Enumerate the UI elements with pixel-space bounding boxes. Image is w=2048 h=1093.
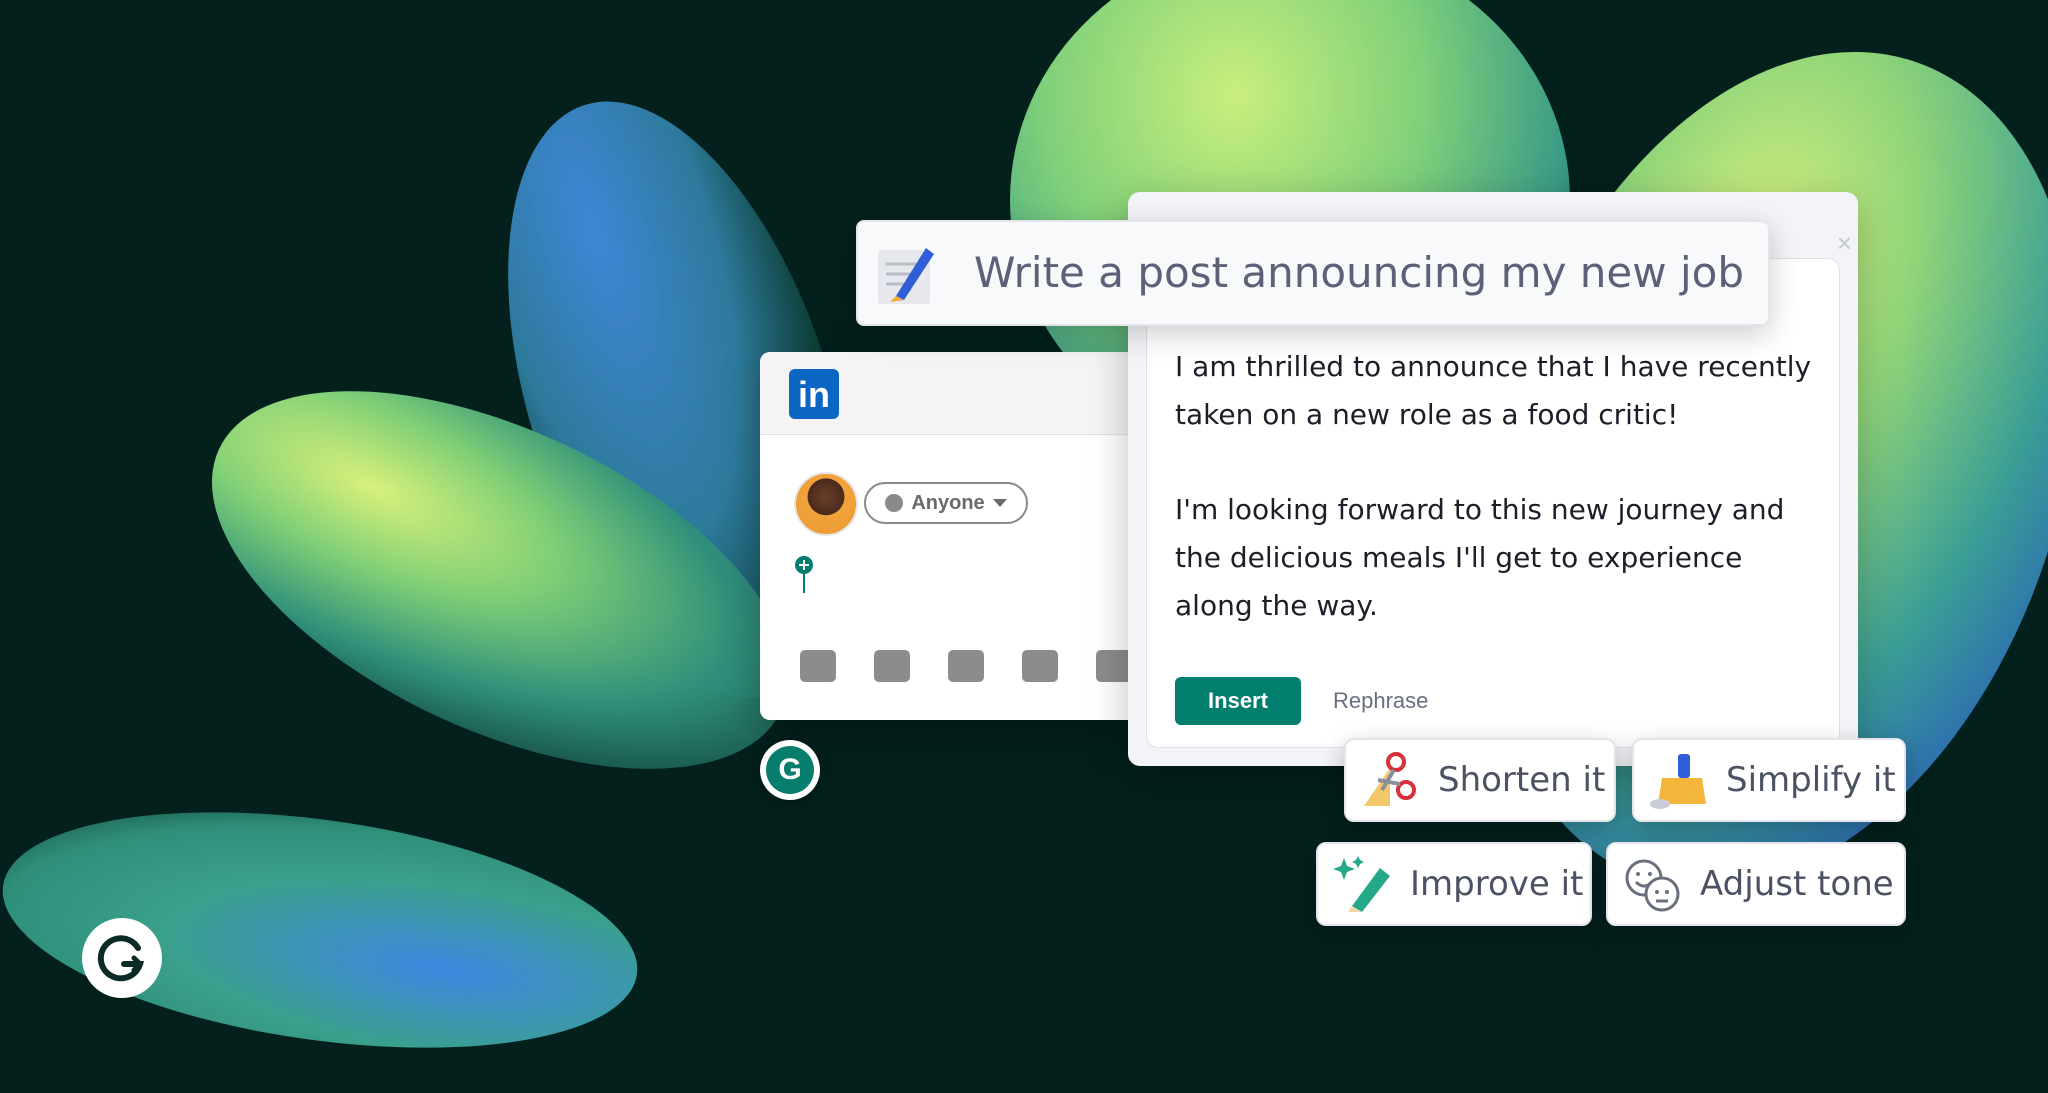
globe-icon	[885, 494, 904, 512]
chevron-down-icon	[992, 499, 1007, 507]
briefcase-icon[interactable]	[1022, 650, 1058, 682]
visibility-label: Anyone	[911, 491, 985, 514]
linkedin-logo-icon: in	[789, 369, 839, 419]
improve-it-button[interactable]: Improve it	[1316, 842, 1592, 926]
improve-it-label: Improve it	[1410, 864, 1584, 904]
generated-text: I am thrilled to announce that I have re…	[1175, 343, 1825, 677]
rephrase-button[interactable]: Rephrase	[1333, 677, 1428, 725]
video-icon[interactable]	[874, 650, 910, 682]
adjust-tone-button[interactable]: Adjust tone	[1606, 842, 1906, 926]
simplify-it-label: Simplify it	[1726, 760, 1896, 800]
text-cursor-icon	[795, 556, 813, 593]
photo-icon[interactable]	[800, 650, 836, 682]
shorten-it-label: Shorten it	[1438, 760, 1606, 800]
adjust-tone-label: Adjust tone	[1700, 864, 1894, 904]
shorten-it-button[interactable]: Shorten it	[1344, 738, 1616, 822]
prompt-text: Write a post announcing my new job	[974, 248, 1744, 297]
sparkle-pencil-icon	[1333, 856, 1390, 912]
scissors-icon	[1364, 752, 1416, 806]
broom-icon	[1650, 754, 1706, 809]
grammarly-logo-icon	[97, 935, 145, 982]
grammarly-logo	[82, 918, 162, 998]
generated-paragraph: I am thrilled to announce that I have re…	[1175, 350, 1812, 431]
grammarly-button[interactable]: G	[760, 740, 820, 800]
linkedin-compose-card: in Anyone	[760, 352, 1140, 720]
generated-paragraph: I'm looking forward to this new journey …	[1175, 493, 1785, 622]
grammarly-g-icon: G	[766, 746, 814, 794]
avatar	[794, 472, 858, 536]
simplify-it-button[interactable]: Simplify it	[1632, 738, 1906, 822]
linkedin-toolbar	[800, 650, 1132, 682]
document-icon[interactable]	[948, 650, 984, 682]
faces-icon	[1625, 859, 1680, 912]
linkedin-card-header: in	[760, 352, 1140, 435]
insert-button[interactable]: Insert	[1175, 677, 1301, 725]
close-icon[interactable]: ×	[1837, 228, 1852, 259]
visibility-dropdown[interactable]: Anyone	[864, 482, 1028, 524]
generated-text-box: I am thrilled to announce that I have re…	[1146, 258, 1840, 748]
pen-writing-icon	[878, 248, 934, 304]
badge-icon[interactable]	[1096, 650, 1132, 682]
prompt-bar[interactable]: Write a post announcing my new job	[856, 220, 1770, 326]
